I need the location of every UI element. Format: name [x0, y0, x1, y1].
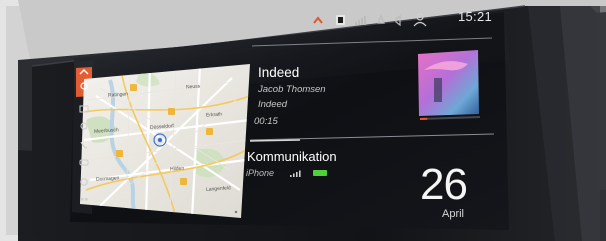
date-day: 26 — [420, 160, 468, 209]
communication-widget[interactable] — [246, 146, 396, 186]
album-art[interactable] — [418, 50, 480, 116]
chevron-up-icon[interactable] — [313, 16, 323, 24]
status-icons — [313, 13, 427, 27]
bluetooth-box-icon — [336, 15, 345, 25]
navigation-map[interactable] — [84, 70, 244, 210]
media-widget[interactable] — [252, 50, 412, 132]
clock: 15:21 — [458, 9, 493, 24]
wifi-icon — [377, 14, 385, 24]
photo: 15:21 Ratingen Neuss Meerbusch Düsseldor… — [0, 0, 606, 241]
user-profile-icon[interactable] — [413, 13, 427, 27]
volume-icon[interactable] — [395, 14, 401, 27]
date-month: April — [442, 208, 465, 220]
signal-bars-icon — [355, 16, 366, 25]
